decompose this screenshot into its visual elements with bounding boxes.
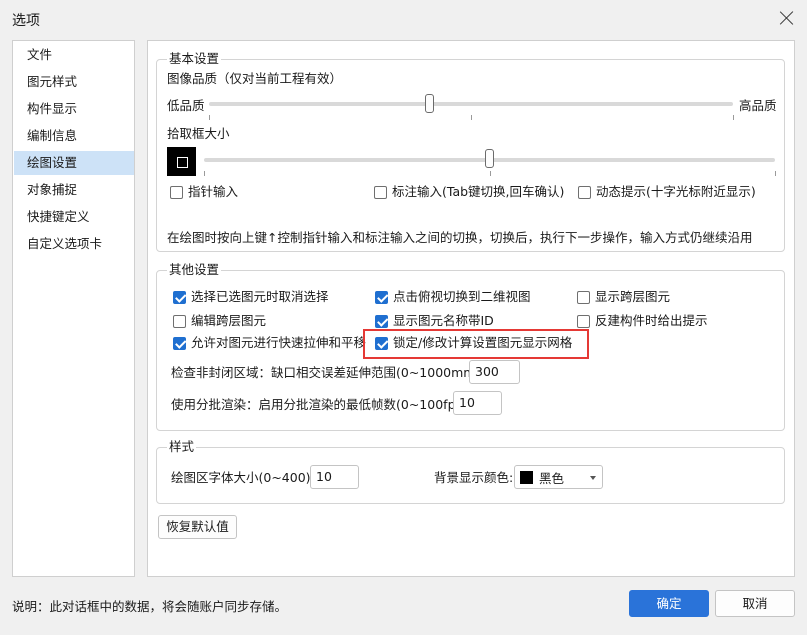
slider-tick <box>471 115 472 120</box>
close-icon[interactable] <box>777 8 797 28</box>
input-switch-hint: 在绘图时按向上键↑控制指针输入和标注输入之间的切换，切换后，执行下一步操作，输入… <box>167 230 753 245</box>
quick-stretch-move-label: 允许对图元进行快速拉伸和平移 <box>191 335 367 350</box>
sidebar: 文件 图元样式 构件显示 编制信息 绘图设置 对象捕捉 快捷键定义 自定义选项卡 <box>12 40 135 577</box>
sidebar-item-element-style[interactable]: 图元样式 <box>14 70 134 94</box>
restore-defaults-button[interactable]: 恢复默认值 <box>158 515 237 539</box>
checkbox-box[interactable] <box>375 290 388 304</box>
basic-settings-group: 基本设置 图像品质（仅对当前工程有效） 低品质 高品质 拾取框大小 指针输入 标… <box>156 51 785 252</box>
sidebar-item-shortcuts[interactable]: 快捷键定义 <box>14 205 134 229</box>
slider-tick <box>209 115 210 120</box>
checkbox-box[interactable] <box>375 336 388 350</box>
pick-size-ticks <box>204 171 776 177</box>
edit-cross-layer-label: 编辑跨层图元 <box>191 313 267 328</box>
sidebar-item-component-display[interactable]: 构件显示 <box>14 97 134 121</box>
pointer-input-checkbox[interactable]: 指针输入 <box>170 184 238 200</box>
slider-tick <box>490 171 491 176</box>
style-title: 样式 <box>167 439 197 455</box>
bg-color-value: 黑色 <box>539 470 565 486</box>
top-view-2d-checkbox[interactable]: 点击俯视切换到二维视图 <box>375 289 531 305</box>
deselect-selected-checkbox[interactable]: 选择已选图元时取消选择 <box>173 289 329 305</box>
reverse-build-prompt-checkbox[interactable]: 反建构件时给出提示 <box>577 313 708 329</box>
bg-color-label: 背景显示颜色: <box>434 470 514 485</box>
slider-tick <box>204 171 205 176</box>
other-settings-group: 其他设置 选择已选图元时取消选择 点击俯视切换到二维视图 显示跨层图元 编辑跨层… <box>156 262 785 431</box>
top-view-2d-label: 点击俯视切换到二维视图 <box>393 289 531 304</box>
checkbox-box[interactable] <box>374 185 387 199</box>
cancel-button[interactable]: 取消 <box>715 590 795 617</box>
dimension-input-checkbox[interactable]: 标注输入(Tab键切换,回车确认) <box>374 184 564 200</box>
high-quality-label: 高品质 <box>739 98 777 113</box>
dynamic-prompt-label: 动态提示(十字光标附近显示) <box>596 184 756 199</box>
other-settings-title: 其他设置 <box>167 262 222 278</box>
show-cross-layer-checkbox[interactable]: 显示跨层图元 <box>577 289 670 305</box>
gap-range-input[interactable]: 300 <box>469 360 520 384</box>
ok-button[interactable]: 确定 <box>629 590 709 617</box>
pointer-input-label: 指针输入 <box>188 184 239 199</box>
checkbox-box[interactable] <box>375 314 388 328</box>
dynamic-prompt-checkbox[interactable]: 动态提示(十字光标附近显示) <box>578 184 756 200</box>
window-title: 选项 <box>12 13 40 29</box>
image-quality-slider[interactable] <box>424 94 434 113</box>
lock-calc-grid-label: 锁定/修改计算设置图元显示网格 <box>393 335 573 350</box>
chevron-down-icon <box>590 476 596 480</box>
slider-tick <box>733 115 734 120</box>
quick-stretch-move-checkbox[interactable]: 允许对图元进行快速拉伸和平移 <box>173 335 366 351</box>
style-group: 样式 绘图区字体大小(0~400): 10 背景显示颜色: 黑色 <box>156 439 785 504</box>
gap-range-label: 检查非封闭区域：缺口相交误差延伸范围(0~1000mm): <box>171 365 485 380</box>
bg-color-select[interactable]: 黑色 <box>514 465 603 489</box>
sidebar-item-custom-tabs[interactable]: 自定义选项卡 <box>14 232 134 256</box>
edit-cross-layer-checkbox[interactable]: 编辑跨层图元 <box>173 313 266 329</box>
pick-size-slider[interactable] <box>485 149 494 168</box>
sidebar-item-drawing-settings[interactable]: 绘图设置 <box>14 151 134 175</box>
sidebar-item-file[interactable]: 文件 <box>14 43 134 67</box>
font-size-input[interactable]: 10 <box>310 465 359 489</box>
dimension-input-label: 标注输入(Tab键切换,回车确认) <box>392 184 565 199</box>
title-bar: 选项 <box>0 0 807 38</box>
checkbox-box[interactable] <box>578 185 591 199</box>
lock-calc-grid-checkbox[interactable]: 锁定/修改计算设置图元显示网格 <box>375 335 572 351</box>
basic-settings-title: 基本设置 <box>167 51 222 67</box>
reverse-build-prompt-label: 反建构件时给出提示 <box>595 313 708 328</box>
batch-render-label: 使用分批渲染：启用分批渲染的最低帧数(0~100fps): <box>171 397 472 412</box>
low-quality-label: 低品质 <box>167 98 205 113</box>
checkbox-box[interactable] <box>170 185 183 199</box>
settings-panel: 基本设置 图像品质（仅对当前工程有效） 低品质 高品质 拾取框大小 指针输入 标… <box>147 40 795 577</box>
color-swatch <box>520 470 533 484</box>
checkbox-box[interactable] <box>173 314 186 328</box>
image-quality-track[interactable] <box>209 102 733 106</box>
sidebar-item-object-snap[interactable]: 对象捕捉 <box>14 178 134 202</box>
image-quality-ticks <box>209 115 734 121</box>
image-quality-label: 图像品质（仅对当前工程有效） <box>167 71 343 86</box>
show-name-id-checkbox[interactable]: 显示图元名称带ID <box>375 313 494 329</box>
checkbox-box[interactable] <box>173 336 186 350</box>
show-cross-layer-label: 显示跨层图元 <box>595 289 671 304</box>
deselect-selected-label: 选择已选图元时取消选择 <box>191 289 329 304</box>
footer-note: 说明：此对话框中的数据，将会随账户同步存储。 <box>12 599 288 614</box>
pick-size-label: 拾取框大小 <box>167 126 230 141</box>
show-name-id-label: 显示图元名称带ID <box>393 313 494 328</box>
font-size-label: 绘图区字体大小(0~400): <box>171 470 315 485</box>
checkbox-box[interactable] <box>173 290 186 304</box>
slider-tick <box>775 171 776 176</box>
sidebar-item-edit-info[interactable]: 编制信息 <box>14 124 134 148</box>
pick-box-preview <box>167 147 196 176</box>
batch-render-input[interactable]: 10 <box>453 391 502 415</box>
checkbox-box[interactable] <box>577 314 590 328</box>
checkbox-box[interactable] <box>577 290 590 304</box>
